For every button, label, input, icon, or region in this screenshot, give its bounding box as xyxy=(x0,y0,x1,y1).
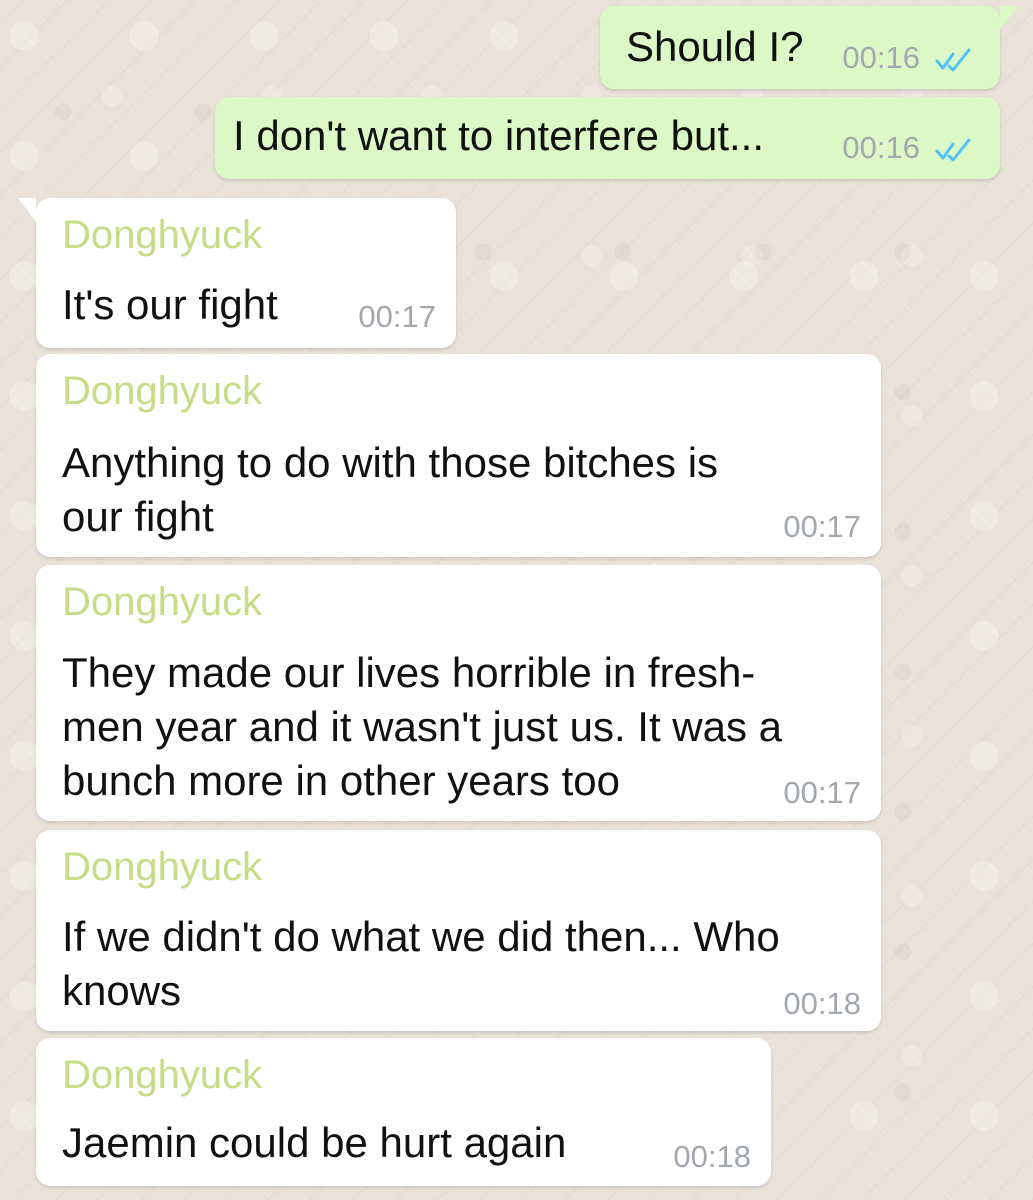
double-check-blue-icon xyxy=(935,48,971,72)
message-text: Anything to do with those bitches is our… xyxy=(62,439,719,540)
sender-name: Donghyuck xyxy=(62,213,263,257)
message-text: Jaemin could be hurt again xyxy=(62,1119,567,1166)
sender-name: Donghyuck xyxy=(62,580,263,624)
message-text: If we didn't do what we did then... Who … xyxy=(62,913,780,1014)
message-time: 00:17 xyxy=(783,509,861,544)
message-time: 00:18 xyxy=(783,986,861,1021)
outgoing-message-bubble[interactable]: I don't want to interfere but... 00:16 xyxy=(215,97,1000,179)
message-time: 00:16 xyxy=(842,130,920,165)
incoming-message-bubble[interactable]: Donghyuck It's our fight 00:17 xyxy=(18,198,456,348)
message-time: 00:18 xyxy=(673,1139,751,1174)
message-time: 00:16 xyxy=(842,40,920,75)
outgoing-message-bubble[interactable]: Should I? 00:16 xyxy=(600,6,1018,89)
incoming-message-bubble[interactable]: Donghyuck They made our lives horrible i… xyxy=(36,565,881,821)
incoming-message-bubble[interactable]: Donghyuck If we didn't do what we did th… xyxy=(36,830,881,1031)
message-time: 00:17 xyxy=(783,775,861,810)
message-text: Should I? xyxy=(626,23,804,70)
incoming-message-bubble[interactable]: Donghyuck Anything to do with those bitc… xyxy=(36,354,881,557)
sender-name: Donghyuck xyxy=(62,1053,263,1097)
incoming-message-bubble[interactable]: Donghyuck Jaemin could be hurt again 00:… xyxy=(36,1038,771,1186)
message-text: It's our fight xyxy=(62,281,278,328)
message-text: They made our lives horrible in fresh- m… xyxy=(62,649,783,804)
message-text: I don't want to interfere but... xyxy=(233,112,764,159)
sender-name: Donghyuck xyxy=(62,369,263,413)
message-time: 00:17 xyxy=(358,299,436,334)
sender-name: Donghyuck xyxy=(62,845,263,889)
double-check-blue-icon xyxy=(935,138,971,162)
